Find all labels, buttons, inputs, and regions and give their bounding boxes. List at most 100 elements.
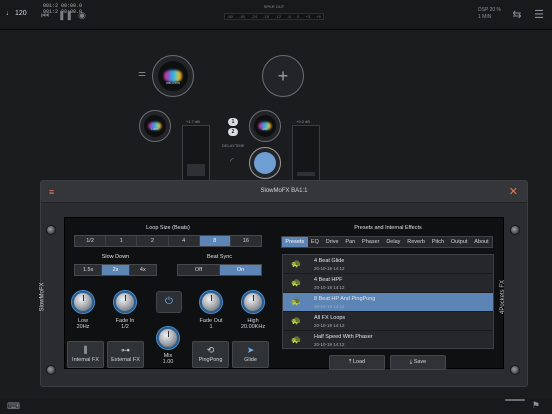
preset-item[interactable]: 🐢 Half Speed With Phaser 20-10-19 14:12	[283, 331, 493, 348]
mix-knob[interactable]	[157, 327, 179, 349]
plugin-title: SlowMoFX BA1:1	[260, 188, 308, 194]
tab-eq[interactable]: EQ	[308, 237, 323, 247]
settings-menu-icon[interactable]: ☰	[532, 8, 546, 22]
node-oblivion-thumb: OBLIVION	[158, 61, 188, 91]
add-node-button[interactable]: +	[262, 55, 304, 97]
tempo-display[interactable]: ♩ 120	[6, 10, 27, 17]
loop-size-option[interactable]: 16	[231, 236, 261, 246]
home-indicator	[505, 399, 525, 401]
preset-list: 🐢 4 Beat Glide 20-10-19 14:12 🐢 4 Beat H…	[282, 254, 494, 349]
node-slowmofx[interactable]	[249, 147, 281, 179]
low-value: 20Hz	[76, 324, 90, 330]
mixer-icon[interactable]: ⚌	[136, 67, 148, 79]
preset-name: Half Speed With Phaser	[314, 334, 373, 340]
loop-size-option[interactable]: 1	[106, 236, 138, 246]
tab-pan[interactable]: Pan	[342, 237, 359, 247]
tab-about[interactable]: About	[471, 237, 492, 247]
fader-left[interactable]	[182, 125, 210, 181]
keyboard-icon[interactable]: ⌨	[7, 401, 20, 412]
beat-sync-title: Beat Sync	[206, 254, 233, 260]
fade-out-knob[interactable]	[200, 291, 222, 313]
external-fx-button[interactable]: ⊶ External FX	[107, 341, 144, 368]
save-button[interactable]: ⤓ Save	[390, 355, 446, 370]
tab-pitch[interactable]: Pitch	[428, 237, 447, 247]
presets-title: Presets and Internal Effects	[354, 225, 422, 231]
routing-workspace: ⚌ OBLIVION LIMIT +1.7 dB + 1 2 MIX DELAY…	[0, 31, 552, 181]
note-icon: ♩	[6, 10, 13, 17]
pingpong-button[interactable]: ⟲ PingPong	[192, 341, 229, 368]
screw-icon	[46, 365, 56, 375]
meter-tick: -40	[239, 14, 245, 19]
preset-date: 20-10-19 14:12	[314, 266, 345, 271]
loop-size-option[interactable]: 2	[137, 236, 169, 246]
loop-size-option-selected[interactable]: 8	[199, 236, 231, 246]
glide-label: Glide	[244, 357, 257, 363]
beat-sync-off[interactable]: Off	[178, 265, 220, 275]
close-icon[interactable]: ✕	[509, 185, 518, 198]
loop-size-option[interactable]: 1/2	[75, 236, 107, 246]
load-button[interactable]: ⤒ Load	[329, 355, 385, 370]
turtle-icon: 🐢	[291, 278, 301, 287]
meter-tick: -18	[263, 14, 269, 19]
low-knob[interactable]	[72, 291, 94, 313]
pause-icon[interactable]: ❚❚	[58, 9, 73, 21]
loop-size-selector: 1/2 1 2 4 8 16	[74, 235, 262, 247]
record-icon[interactable]: ◉	[76, 9, 88, 21]
slow-down-option[interactable]: 4x	[130, 265, 156, 275]
turtle-icon: 🐢	[291, 259, 301, 268]
power-button[interactable]: ⏻	[156, 291, 182, 313]
tab-output[interactable]: Output	[447, 237, 470, 247]
high-value: 20.00KHz	[240, 324, 266, 330]
meter-tick: -12	[275, 14, 281, 19]
internal-fx-button[interactable]: ⫼ Internal FX	[67, 341, 104, 368]
pingpong-icon: ⟲	[206, 345, 215, 355]
screw-icon	[510, 225, 520, 235]
bookmark-icon[interactable]: ⚑	[532, 400, 540, 411]
plugin-header: ≡ SlowMoFX BA1:1 ✕	[41, 181, 527, 203]
tab-delay[interactable]: Delay	[383, 237, 404, 247]
preset-item[interactable]: 🐢 4 Beat HPF 20-10-19 14:12	[283, 274, 493, 293]
screw-icon	[46, 225, 56, 235]
node-label: MIX	[262, 127, 268, 131]
node-limit-thumb: LIMIT	[144, 115, 166, 137]
pingpong-label: PingPong	[198, 357, 223, 363]
routing-tree-icon: ⊶	[121, 345, 130, 355]
rewind-icon[interactable]: ⏮	[39, 9, 51, 21]
slow-down-option[interactable]: 1.5x	[75, 265, 103, 275]
slow-down-selector: 1.5x 2x 4x	[74, 264, 157, 276]
tab-reverb[interactable]: Reverb	[404, 237, 429, 247]
turtle-icon: 🐢	[291, 297, 301, 306]
fader-right[interactable]	[292, 125, 320, 181]
meter-tick: +3	[305, 14, 311, 19]
external-fx-label: External FX	[111, 357, 140, 363]
side-label-right: 4Pockets FX	[500, 279, 507, 315]
preset-item-selected[interactable]: 🐢 8 Beat HP And PingPong 20-10-19 14:12	[283, 293, 493, 312]
slow-down-option-selected[interactable]: 2x	[102, 265, 130, 275]
side-label-left: SlowMoFX	[39, 282, 46, 312]
node-mix[interactable]: MIX	[249, 110, 281, 142]
high-knob[interactable]	[242, 291, 264, 313]
preset-item[interactable]: 🐢 All FX Loops 20-10-19 14:12	[283, 312, 493, 331]
save-label: Save	[413, 359, 427, 365]
beat-sync-on[interactable]: On	[220, 265, 261, 275]
tab-phaser[interactable]: Phaser	[359, 237, 383, 247]
glide-button[interactable]: ➤ Glide	[232, 341, 269, 368]
node-slowmofx-thumb	[254, 152, 276, 174]
routing-icon[interactable]: ⇆	[510, 8, 524, 22]
load-label: Load	[352, 359, 366, 365]
loop-size-option[interactable]: 4	[169, 236, 200, 246]
node-oblivion[interactable]: OBLIVION	[152, 55, 194, 97]
tab-drive[interactable]: Drive	[322, 237, 342, 247]
preset-date: 20-10-19 14:12	[314, 285, 345, 290]
preset-date: 20-10-19 14:12	[314, 342, 345, 347]
dsp-sub: 1 MIN	[478, 14, 492, 20]
load-icon: ⤒	[348, 359, 352, 365]
fade-in-knob[interactable]	[114, 291, 136, 313]
fader-left-value: +1.7 dB	[186, 119, 200, 124]
node-limit[interactable]: LIMIT	[139, 110, 171, 142]
node-label: LIMIT	[151, 127, 159, 131]
tab-presets[interactable]: Presets	[282, 237, 308, 247]
plus-icon: +	[277, 66, 289, 86]
preset-item[interactable]: 🐢 4 Beat Glide 20-10-19 14:12	[283, 255, 493, 274]
preset-date: 20-10-19 14:12	[314, 323, 345, 328]
